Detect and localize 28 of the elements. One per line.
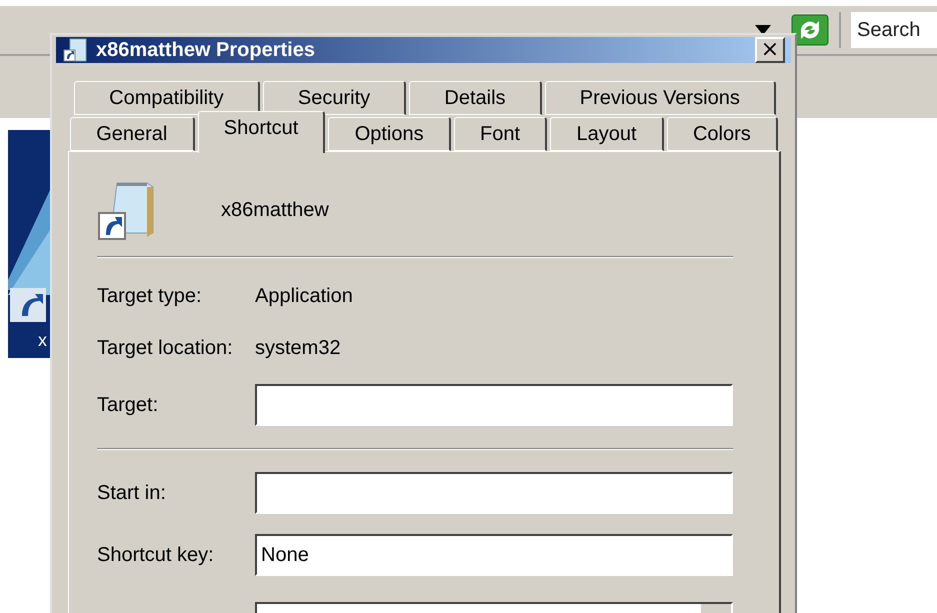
field-label: Start in: xyxy=(97,482,167,504)
caret-icon[interactable] xyxy=(755,25,771,35)
tab[interactable]: Layout xyxy=(550,117,664,151)
field-label: Target type: xyxy=(97,284,203,308)
refresh-icon[interactable] xyxy=(791,14,829,46)
tab[interactable]: Details xyxy=(409,81,542,115)
tab[interactable]: Shortcut xyxy=(198,111,326,153)
input-field[interactable] xyxy=(255,472,733,514)
search-field[interactable]: Search xyxy=(851,12,937,48)
field-label: Target: xyxy=(97,394,160,416)
field-value: system32 xyxy=(255,336,342,360)
shortcut-name: x86matthew xyxy=(221,198,329,222)
input-field[interactable] xyxy=(255,384,733,426)
tab[interactable]: Font xyxy=(454,117,548,151)
tab[interactable]: Security xyxy=(262,81,406,115)
tab[interactable]: Compatibility xyxy=(74,81,260,115)
tab[interactable]: Colors xyxy=(666,117,778,151)
tab[interactable]: General xyxy=(70,117,195,151)
input-field[interactable]: None xyxy=(255,534,733,576)
close-button[interactable]: × xyxy=(755,37,785,63)
tab[interactable]: Options xyxy=(328,117,451,151)
field-value: Application xyxy=(255,284,354,308)
window-title: x86matthew Properties xyxy=(96,38,316,62)
tab[interactable]: Previous Versions xyxy=(544,81,776,115)
field-label: Target location: xyxy=(97,336,234,360)
notepad-shortcut-icon xyxy=(62,37,88,63)
icon-label: x xyxy=(38,330,47,351)
field-label: Shortcut key: xyxy=(97,544,215,566)
